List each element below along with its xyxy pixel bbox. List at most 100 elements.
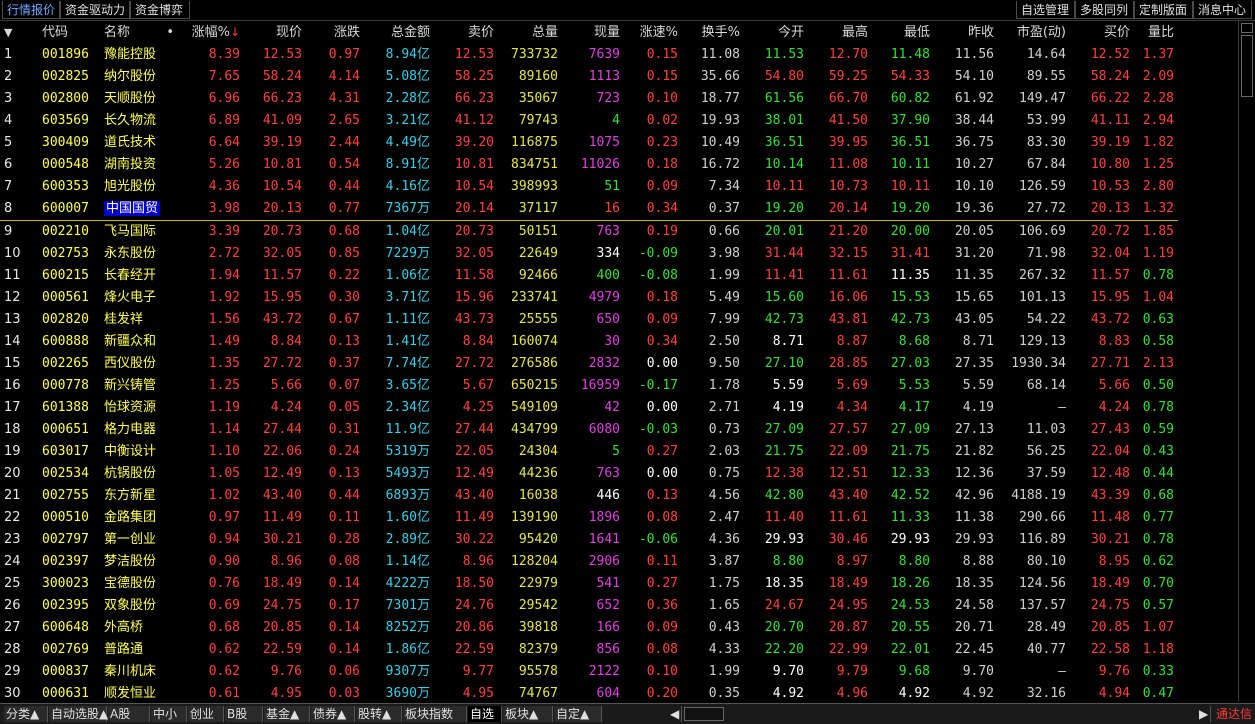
amount-cell: 9307万 [364,661,434,683]
volume-cell: 276586 [511,356,558,371]
table-row[interactable]: 1 001896 豫能控股 8.39 12.53 0.97 8.94亿 12.53 733732… [0,44,1178,66]
open-cell: 18.35 [764,576,804,591]
table-row[interactable]: 28 002769 普路通 0.62 22.59 0.14 1.86亿 22.59 82379 8… [0,639,1178,661]
col-header-chg[interactable]: 涨跌 [306,21,364,44]
col-header-volume[interactable]: 总量 [498,21,562,44]
table-row[interactable]: 18 000651 格力电器 1.14 27.44 0.31 11.9亿 27.44 43479… [0,419,1178,441]
vertical-scrollbar[interactable] [1238,21,1255,702]
bottom-tab[interactable]: 板块▲ [503,706,553,722]
stock-name-text: 中衡设计 [104,444,157,459]
scroll-thumb[interactable] [1241,35,1253,97]
table-row[interactable]: 27 600648 外高桥 0.68 20.85 0.14 8252万 20.86 39818 1… [0,617,1178,639]
col-header-prev-close[interactable]: 昨收 [934,21,998,44]
table-row[interactable]: 11 600215 长春经开 1.94 11.57 0.22 1.06亿 11.58 92466… [0,265,1178,287]
col-header-open[interactable]: 今开 [744,21,808,44]
bottom-tab[interactable]: 自动选股▲ [49,706,108,722]
table-row[interactable]: 22 000510 金路集团 0.97 11.49 0.11 1.60亿 11.49 13919… [0,507,1178,529]
tab-fund-drive[interactable]: 资金驱动力 [60,1,130,19]
table-row[interactable]: 14 600888 新疆众和 1.49 8.84 0.13 1.41亿 8.84 160074 3… [0,331,1178,353]
amount-value: 7.74 [385,356,417,371]
col-header-high[interactable]: 最高 [808,21,872,44]
table-row[interactable]: 23 002797 第一创业 0.94 30.21 0.28 2.89亿 30.22 95420… [0,529,1178,551]
open-cell: 38.01 [764,113,804,128]
bottom-tab[interactable]: 股转▲ [356,706,402,722]
col-header-pe[interactable]: 市盈(动) [998,21,1070,44]
scroll-left-icon[interactable]: ◀ [668,706,682,722]
col-header-amount[interactable]: 总金额 [364,21,434,44]
table-row[interactable]: 29 000837 秦川机床 0.62 9.76 0.06 9307万 9.77 95578 21… [0,661,1178,683]
col-header-chg-pct[interactable]: 涨幅%↓ [178,21,244,44]
bottom-tab[interactable]: 板块指数 [403,706,467,722]
tab-quote[interactable]: 行情报价 [2,1,60,19]
col-header-speed[interactable]: 涨速% [624,21,682,44]
col-header-vol-ratio[interactable]: 量比 [1134,21,1178,44]
col-header-ask[interactable]: 卖价 [434,21,498,44]
col-header-cur-vol[interactable]: 现量 [562,21,624,44]
amount-cell: 6893万 [364,485,434,507]
bottom-tab[interactable]: 中小 [151,706,187,722]
col-header-turnover[interactable]: 换手% [682,21,744,44]
high-cell: 43.40 [828,488,868,503]
table-row[interactable]: 17 601388 怡球资源 1.19 4.24 0.05 2.34亿 4.25 549109 4… [0,397,1178,419]
table-row[interactable]: 8 600007 中国国贸 3.98 20.13 0.77 7367万 20.14 37117 1… [0,198,1178,221]
scroll-up-button[interactable] [1241,23,1253,33]
bottom-tab[interactable]: 债券▲ [311,706,355,722]
table-row[interactable]: 16 000778 新兴铸管 1.25 5.66 0.07 3.65亿 5.67 650215 1… [0,375,1178,397]
table-row[interactable]: 6 000548 湖南投资 5.26 10.81 0.54 8.91亿 10.81 834751… [0,154,1178,176]
table-row[interactable]: 5 300409 道氏技术 6.64 39.19 2.44 4.49亿 39.20 116875… [0,132,1178,154]
table-row[interactable]: 25 300023 宝德股份 0.76 18.49 0.14 4222万 18.50 22979… [0,573,1178,595]
bottom-tab[interactable]: 分类▲ [4,706,48,722]
scroll-right-icon[interactable]: ▶ [1197,706,1211,722]
triangle-down-icon[interactable]: ▼ [4,26,12,39]
bottom-tab[interactable]: 基金▲ [264,706,310,722]
col-header-code[interactable]: 代码 [38,21,100,44]
table-row[interactable]: 12 000561 烽火电子 1.92 15.95 0.30 3.71亿 15.96 23374… [0,287,1178,309]
amount-cell: 1.11亿 [364,309,434,331]
tab-multi-stock[interactable]: 多股同列 [1075,1,1134,19]
col-header-price[interactable]: 现价 [244,21,306,44]
table-row[interactable]: 20 002534 杭锅股份 1.05 12.49 0.13 5493万 12.49 44236… [0,463,1178,485]
table-row[interactable]: 4 603569 长久物流 6.89 41.09 2.65 3.21亿 41.12 79743 4… [0,110,1178,132]
bid-cell: 10.53 [1090,179,1130,194]
table-row[interactable]: 10 002753 永东股份 2.72 32.05 0.85 7229万 32.05 22649… [0,243,1178,265]
amount-value: 1.11 [385,312,417,327]
row-index: 30 [4,686,21,701]
high-cell: 10.73 [828,179,868,194]
bid-cell: 20.85 [1090,620,1130,635]
row-index: 12 [4,290,21,305]
table-row[interactable]: 7 600353 旭光股份 4.36 10.54 0.44 4.16亿 10.54 398993… [0,176,1178,198]
bottom-tab[interactable]: 自定▲ [554,706,602,722]
horizontal-scroll-thumb[interactable] [684,707,724,721]
table-row[interactable]: 26 002395 双象股份 0.69 24.75 0.17 7301万 24.76 29542… [0,595,1178,617]
tab-watchlist-manage[interactable]: 自选管理 [1016,1,1075,19]
table-row[interactable]: 13 002820 桂发祥 1.56 43.72 0.67 1.11亿 43.73 25555 6… [0,309,1178,331]
table-row[interactable]: 21 002755 东方新星 1.02 43.40 0.44 6893万 43.40 16038… [0,485,1178,507]
bottom-tab[interactable]: 自选 [468,706,502,722]
amount-cell: 1.41亿 [364,331,434,353]
pe-cell: 129.13 [1019,334,1066,349]
row-index: 27 [4,620,21,635]
tab-custom-layout[interactable]: 定制版面 [1134,1,1193,19]
table-row[interactable]: 2 002825 纳尔股份 7.65 58.24 4.14 5.08亿 58.25 89160 1… [0,66,1178,88]
open-cell: 42.80 [764,488,804,503]
col-dropdown[interactable]: ▼ [0,21,38,44]
table-row[interactable]: 3 002800 天顺股份 6.96 66.23 4.31 2.28亿 66.23 35067 7… [0,88,1178,110]
tab-fund-game[interactable]: 资金博弈 [130,1,190,19]
table-row[interactable]: 19 603017 中衡设计 1.10 22.06 0.24 5319万 22.05 24304… [0,441,1178,463]
speed-cell: 0.09 [646,179,678,194]
table-row[interactable]: 9 002210 飞马国际 3.39 20.73 0.68 1.04亿 20.73 50151 7… [0,221,1178,244]
table-row[interactable]: 30 000631 顺发恒业 0.61 4.95 0.03 3690万 4.95 74767 60… [0,683,1178,705]
speed-cell: 0.08 [646,642,678,657]
col-header-low[interactable]: 最低 [872,21,934,44]
col-header-bid[interactable]: 买价 [1070,21,1134,44]
turnover-cell: 0.43 [708,620,740,635]
bottom-tab[interactable]: B股 [225,706,263,722]
chg-pct-cell: 1.92 [208,290,240,305]
col-header-name[interactable]: 名称 • [100,21,178,44]
bottom-tab[interactable]: A股 [108,706,150,722]
bottom-tab[interactable]: 创业 [188,706,224,722]
volume-cell: 44236 [518,466,558,481]
table-row[interactable]: 15 002265 西仪股份 1.35 27.72 0.37 7.74亿 27.72 27658… [0,353,1178,375]
tab-message-center[interactable]: 消息中心 [1193,1,1252,19]
table-row[interactable]: 24 002397 梦洁股份 0.90 8.96 0.08 1.14亿 8.96 128204 2… [0,551,1178,573]
